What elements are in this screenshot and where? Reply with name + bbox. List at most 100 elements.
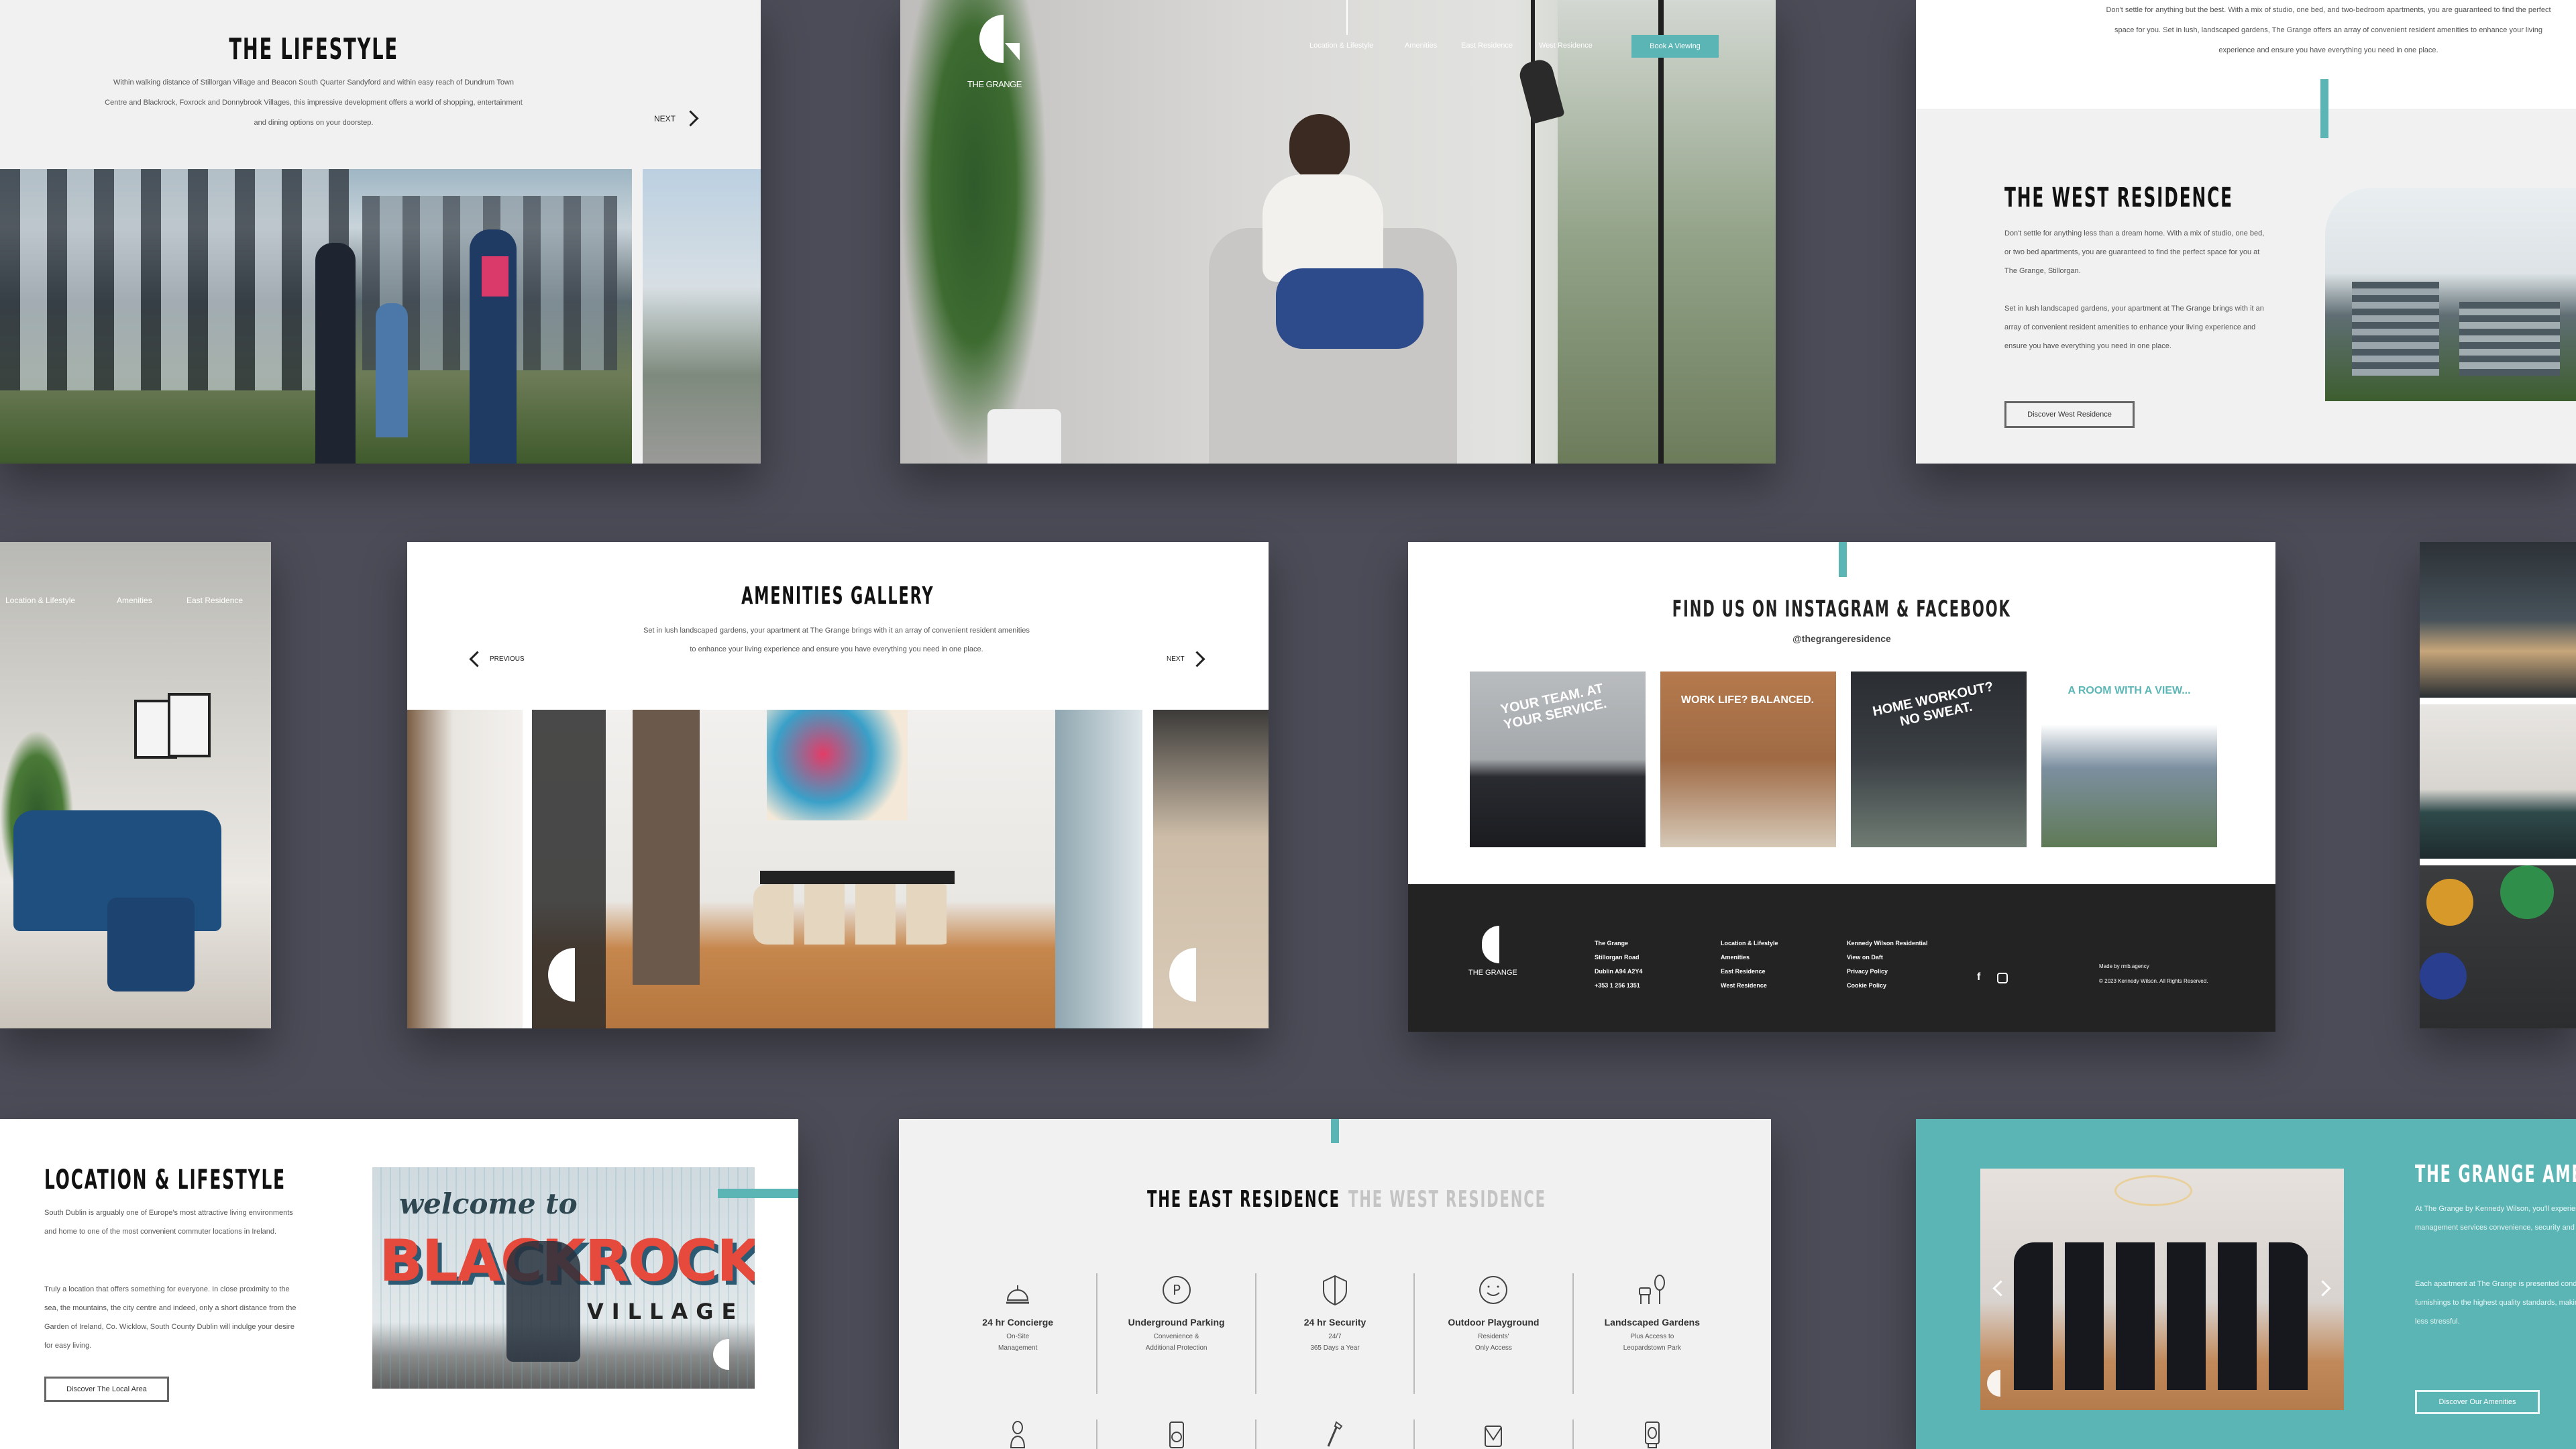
feature-security: 24 hr Security 24/7 365 Days a Year (1256, 1273, 1415, 1394)
footer-link[interactable]: East Residence (1721, 965, 1778, 979)
footer-links-site: Location & Lifestyle Amenities East Resi… (1721, 936, 1778, 993)
east-residence-panel: THE EAST RESIDENCE THE WEST RESIDENCE 24… (899, 1119, 1771, 1449)
team-photo (1980, 1169, 2344, 1410)
blackrock-mural-photo: welcome to BLACKROCK VILLAGE (372, 1167, 755, 1389)
made-by-text[interactable]: Made by rmb.agency (2099, 963, 2149, 969)
west-building-photo (2325, 188, 2576, 401)
location-panel: LOCATION & LIFESTYLE South Dublin is arg… (0, 1119, 798, 1449)
garden-icon (1638, 1275, 1665, 1304)
west-para-2: Set in lush landscaped gardens, your apa… (2004, 305, 2264, 350)
grange-g-icon (1987, 1370, 2000, 1397)
footer-links-legal: Kennedy Wilson Residential View on Daft … (1847, 936, 1927, 993)
lifestyle-title: THE LIFESTYLE (229, 32, 398, 66)
lifestyle-body: Within walking distance of Stillorgan Vi… (105, 78, 523, 127)
carousel-prev-button[interactable] (1992, 1280, 2009, 1297)
gallery-image-main (532, 710, 1142, 1028)
parking-icon: P (1162, 1276, 1191, 1304)
feature-concierge: 24 hr Concierge On-Site Management (939, 1273, 1098, 1394)
hero-nav-west[interactable]: West Residence (1539, 42, 1593, 50)
book-viewing-button[interactable]: Book A Viewing (1631, 35, 1719, 58)
hero-nav-east[interactable]: East Residence (1461, 42, 1513, 50)
person-icon (1010, 1421, 1026, 1448)
mail-icon (1485, 1426, 1503, 1447)
feature-playground: Outdoor Playground Residents' Only Acces… (1415, 1273, 1574, 1394)
grange-amenities-para-1: At The Grange by Kennedy Wilson, you'll … (2415, 1205, 2576, 1232)
location-para-1: South Dublin is arguably one of Europe's… (44, 1209, 293, 1236)
instagram-post-view[interactable]: A ROOM WITH A VIEW... (2041, 672, 2217, 847)
instagram-post-workout[interactable]: HOME WORKOUT? NO SWEAT. (1851, 672, 2027, 847)
gallery-previous-button[interactable]: PREVIOUS (469, 651, 525, 667)
instagram-post-worklife[interactable]: WORK LIFE? BALANCED. (1660, 672, 1836, 847)
teal-accent-bar (2320, 79, 2328, 138)
living-room-panel: Location & Lifestyle Amenities East Resi… (0, 542, 271, 1028)
lifestyle-next-button[interactable]: NEXT (654, 110, 699, 127)
nav-amenities[interactable]: Amenities (117, 596, 152, 605)
grange-amenities-panel: THE GRANGE AMENITIES At The Grange by Ke… (1916, 1119, 2576, 1449)
footer-link[interactable]: View on Daft (1847, 951, 1927, 965)
photo-stack-panel (2420, 542, 2576, 1028)
nav-east-residence[interactable]: East Residence (186, 596, 243, 605)
instagram-icon[interactable] (1997, 973, 2008, 983)
footer-link[interactable]: Location & Lifestyle (1721, 936, 1778, 951)
gallery-next-button[interactable]: NEXT (1167, 651, 1205, 667)
footer-link[interactable]: Amenities (1721, 951, 1778, 965)
west-para-1: Don't settle for anything less than a dr… (2004, 229, 2265, 275)
features-row-2 (939, 1419, 1731, 1449)
discover-local-area-button[interactable]: Discover The Local Area (44, 1377, 169, 1402)
teal-accent-bar (1839, 542, 1847, 577)
facebook-icon[interactable]: f (1977, 971, 1980, 983)
svg-text:P: P (1173, 1282, 1181, 1298)
west-intro-text: Don't settle for anything but the best. … (2106, 6, 2551, 54)
footer-address: The Grange Stillorgan Road Dublin A94 A2… (1595, 940, 1643, 989)
window-view (1558, 0, 1776, 464)
footer-link[interactable]: West Residence (1721, 979, 1778, 993)
nav-location[interactable]: Location & Lifestyle (5, 596, 75, 605)
footer-link[interactable]: Cookie Policy (1847, 979, 1927, 993)
footer-logo[interactable]: THE GRANGE (1468, 926, 1529, 993)
shield-icon (1323, 1275, 1348, 1306)
feature-gardens: Landscaped Gardens Plus Access to Leopar… (1574, 1273, 1731, 1394)
west-residence-panel: Don't settle for anything but the best. … (1916, 0, 2576, 464)
footer-link[interactable]: Kennedy Wilson Residential (1847, 936, 1927, 951)
teal-accent-bar (1331, 1119, 1339, 1143)
hero-nav-location[interactable]: Location & Lifestyle (1309, 42, 1373, 50)
site-footer: THE GRANGE The Grange Stillorgan Road Du… (1408, 884, 2275, 1032)
street-view-photo (643, 169, 761, 464)
features-row: 24 hr Concierge On-Site Management P Und… (939, 1273, 1731, 1394)
copyright-text: © 2023 Kennedy Wilson. All Rights Reserv… (2099, 978, 2208, 984)
feature-parking: P Underground Parking Convenience & Addi… (1097, 1273, 1256, 1394)
abstract-artwork (767, 710, 908, 820)
chevron-right-icon (682, 110, 699, 127)
discover-west-button[interactable]: Discover West Residence (2004, 401, 2135, 428)
gallery-title: AMENITIES GALLERY (741, 582, 934, 610)
grange-g-icon (1482, 926, 1499, 963)
gym-photo (2420, 865, 2576, 1028)
couple-figure (506, 1241, 580, 1362)
bell-icon (1006, 1285, 1030, 1304)
instagram-post-team[interactable]: YOUR TEAM. AT YOUR SERVICE. (1470, 672, 1646, 847)
hammer-icon (1327, 1421, 1343, 1447)
cowork-photo (2420, 542, 2576, 698)
chevron-left-icon (469, 651, 486, 667)
gallery-image-left (407, 710, 523, 1028)
speaker-icon (1644, 1421, 1660, 1448)
pool-table-photo (2420, 704, 2576, 859)
footer-link[interactable]: Privacy Policy (1847, 965, 1927, 979)
tab-west-residence[interactable]: THE WEST RESIDENCE (1348, 1186, 1668, 1213)
grange-g-icon (979, 15, 1004, 63)
dining-table (760, 871, 955, 884)
woman-figure (1249, 114, 1424, 396)
family-street-photo (0, 169, 632, 464)
amenities-gallery-panel: AMENITIES GALLERY Set in lush landscaped… (407, 542, 1269, 1028)
carousel-next-button[interactable] (2314, 1280, 2331, 1297)
hero-panel: THE GRANGE Location & Lifestyle Amenitie… (900, 0, 1776, 464)
grange-amenities-title: THE GRANGE AMENITIES (2415, 1161, 2576, 1188)
gallery-body: Set in lush landscaped gardens, your apa… (643, 627, 1030, 653)
instagram-handle[interactable]: @thegrangeresidence (1408, 633, 2275, 644)
social-title: FIND US ON INSTAGRAM & FACEBOOK (1672, 596, 2011, 623)
smiley-icon (1479, 1276, 1508, 1304)
hero-nav-amenities[interactable]: Amenities (1405, 42, 1437, 50)
discover-amenities-button[interactable]: Discover Our Amenities (2415, 1390, 2540, 1414)
grange-logo[interactable]: THE GRANGE (967, 15, 1022, 102)
location-para-2: Truly a location that offers something f… (44, 1285, 297, 1350)
